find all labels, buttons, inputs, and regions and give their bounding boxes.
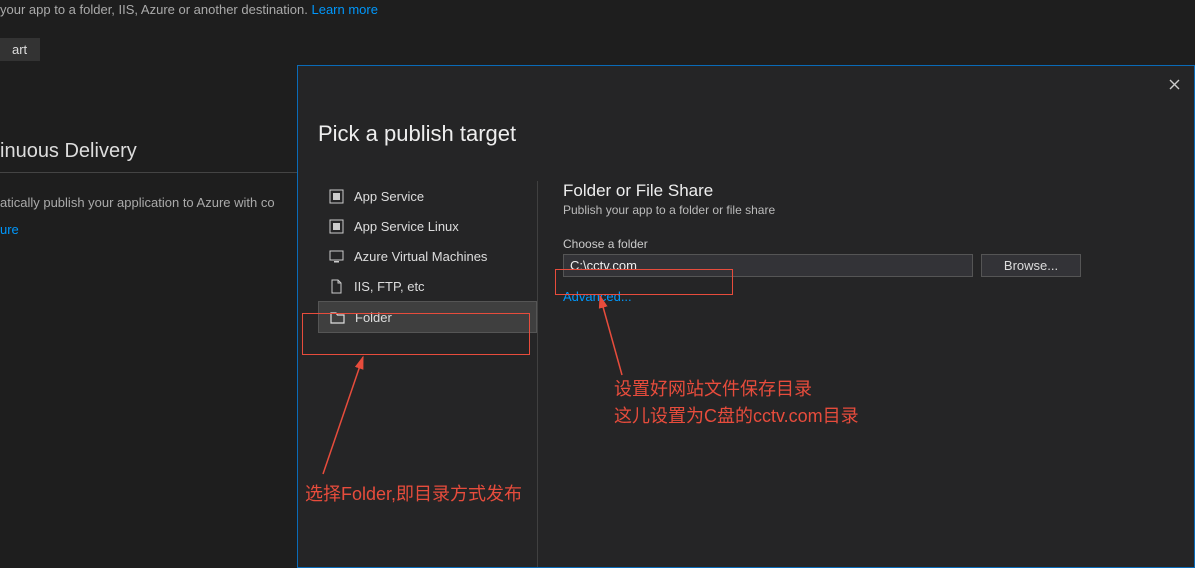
detail-title: Folder or File Share: [563, 181, 1174, 201]
browse-button[interactable]: Browse...: [981, 254, 1081, 277]
start-button[interactable]: art: [0, 38, 40, 61]
target-detail: Folder or File Share Publish your app to…: [538, 181, 1174, 567]
publish-dialog: Pick a publish target App Service App Se…: [297, 65, 1195, 568]
close-icon[interactable]: [1164, 74, 1184, 94]
target-label: App Service Linux: [354, 219, 459, 234]
learn-more-link[interactable]: Learn more: [311, 2, 377, 17]
detail-subtitle: Publish your app to a folder or file sha…: [563, 203, 1174, 217]
target-app-service[interactable]: App Service: [318, 181, 537, 211]
target-label: Azure Virtual Machines: [354, 249, 487, 264]
target-app-service-linux[interactable]: App Service Linux: [318, 211, 537, 241]
app-service-icon: [328, 188, 344, 204]
folder-field-label: Choose a folder: [563, 237, 1174, 251]
document-icon: [328, 278, 344, 294]
dialog-title: Pick a publish target: [318, 121, 516, 147]
folder-icon: [329, 309, 345, 325]
target-folder[interactable]: Folder: [318, 301, 537, 333]
vm-icon: [328, 248, 344, 264]
publish-target-list: App Service App Service Linux Azure Virt…: [318, 181, 538, 567]
bg-text-line2: atically publish your application to Azu…: [0, 195, 275, 210]
app-service-linux-icon: [328, 218, 344, 234]
divider: [0, 172, 298, 173]
folder-path-input[interactable]: [563, 254, 973, 277]
target-azure-vm[interactable]: Azure Virtual Machines: [318, 241, 537, 271]
target-label: IIS, FTP, etc: [354, 279, 425, 294]
continuous-delivery-heading: inuous Delivery: [0, 140, 137, 163]
target-label: Folder: [355, 310, 392, 325]
target-label: App Service: [354, 189, 424, 204]
bg-text-top: your app to a folder, IIS, Azure or anot…: [0, 2, 311, 17]
advanced-link[interactable]: Advanced...: [563, 289, 632, 304]
azure-link[interactable]: ure: [0, 222, 19, 237]
target-iis-ftp[interactable]: IIS, FTP, etc: [318, 271, 537, 301]
